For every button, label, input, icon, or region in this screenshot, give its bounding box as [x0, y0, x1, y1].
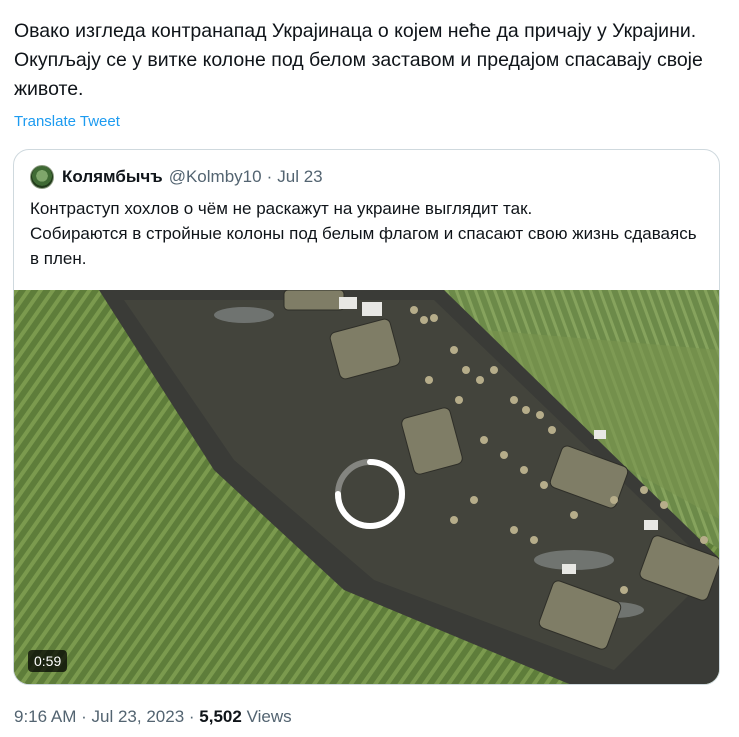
loading-spinner-icon	[335, 459, 405, 529]
quoted-author-handle[interactable]: @Kolmby10	[169, 167, 262, 187]
tweet-time[interactable]: 9:16 AM	[14, 707, 76, 726]
quoted-tweet-text: Контраступ хохлов о чём не раскажут на у…	[30, 199, 697, 268]
tweet-metadata: 9:16 AM · Jul 23, 2023 · 5,502 Views	[14, 707, 292, 727]
video-player[interactable]: 0:59	[14, 290, 719, 684]
quoted-author-name[interactable]: Колямбычъ	[62, 167, 163, 187]
views-count: 5,502	[199, 707, 242, 726]
translate-tweet-link[interactable]: Translate Tweet	[14, 113, 120, 130]
tweet-text: Овако изгледа контранапад Украјинаца о к…	[14, 20, 703, 100]
avatar[interactable]	[30, 165, 54, 189]
quoted-tweet-card[interactable]: Колямбычъ @Kolmby10 · Jul 23 Контраступ …	[13, 149, 720, 685]
tweet-date[interactable]: Jul 23, 2023	[92, 707, 185, 726]
views-label: Views	[246, 707, 292, 726]
meta-separator: ·	[81, 707, 87, 726]
quoted-tweet-date[interactable]: Jul 23	[277, 167, 322, 187]
header-separator: ·	[266, 167, 273, 186]
video-duration: 0:59	[28, 650, 68, 672]
meta-separator: ·	[188, 707, 195, 726]
quoted-tweet-header: Колямбычъ @Kolmby10 · Jul 23	[30, 164, 323, 190]
